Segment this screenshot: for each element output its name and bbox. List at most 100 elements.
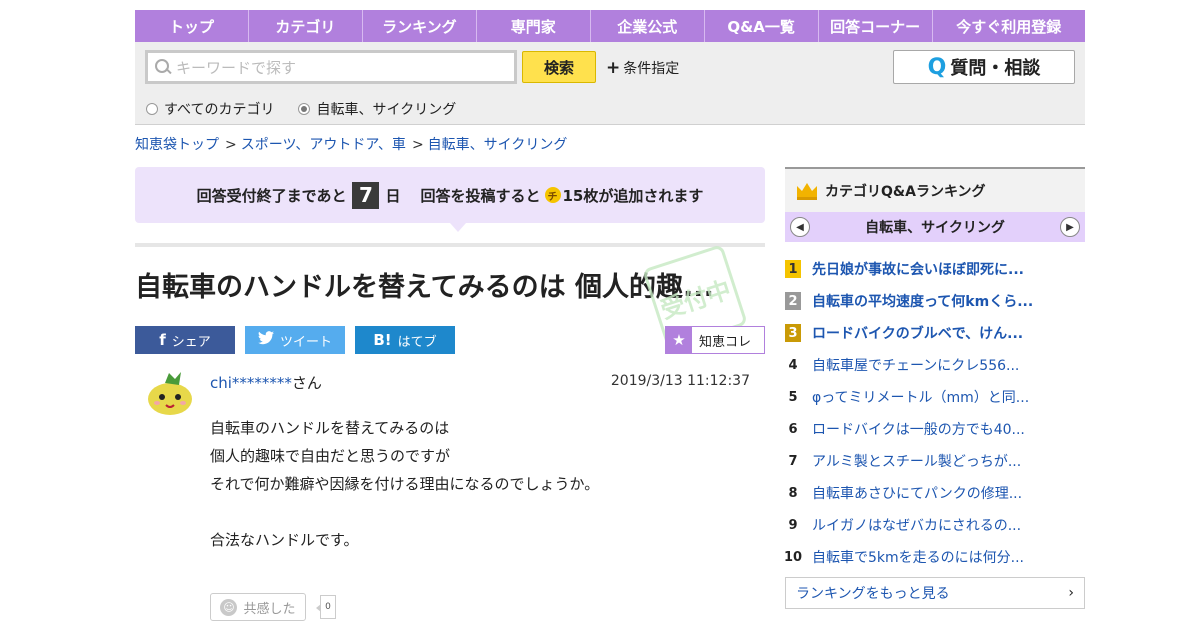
nav-experts[interactable]: 専門家 (477, 10, 591, 42)
ranking-sidebar: カテゴリQ&Aランキング ◀ 自転車、サイクリング ▶ 1 先日娘が事故に会いほぼ… (783, 167, 1085, 609)
facebook-share-button[interactable]: f シェア (135, 326, 235, 354)
body-line: それで何か難癖や因縁を付ける理由になるのでしょうか。 (210, 475, 600, 493)
question-body: 自転車のハンドルを替えてみるのは 個人的趣味で自由だと思うのですが それで何か難… (210, 414, 599, 554)
ranking-link[interactable]: 自転車屋でチェーンにクレ556... (812, 355, 1019, 375)
ranking-item: 10 自転車で5kmを走るのには何分... (783, 541, 1085, 573)
nav-register[interactable]: 今すぐ利用登録 (933, 10, 1085, 42)
ranking-link[interactable]: 自転車の平均速度って何kmくら... (812, 291, 1033, 311)
search-panel: キーワードで探す 検索 + 条件指定 Q 質問・相談 すべてのカテゴリ 自転車、サ… (135, 42, 1085, 125)
breadcrumb-cycling[interactable]: 自転車、サイクリング (428, 137, 568, 153)
ask-question-label: 質問・相談 (950, 58, 1041, 79)
ranking-more-link[interactable]: ランキングをもっと見る (796, 583, 950, 603)
ranking-link[interactable]: 先日娘が事故に会いほぼ即死に... (812, 259, 1024, 279)
ranking-link[interactable]: ロードバイクは一般の方でも40... (812, 419, 1025, 439)
smile-icon: ☺ (220, 598, 238, 616)
scope-label: すべてのカテゴリ (164, 102, 275, 118)
nav-ranking[interactable]: ランキング (363, 10, 477, 42)
ranking-more-button[interactable]: ランキングをもっと見る › (785, 577, 1085, 609)
hatena-label: はてブ (397, 334, 437, 350)
ranking-link[interactable]: ルイガノはなぜバカにされるの... (812, 515, 1021, 535)
twitter-share-label: ツイート (279, 334, 332, 350)
scope-category-radio[interactable]: 自転車、サイクリング (298, 99, 456, 119)
breadcrumb-top[interactable]: 知恵袋トップ (135, 137, 219, 153)
coin-icon: チ (544, 187, 561, 203)
nav-top[interactable]: トップ (135, 10, 249, 42)
twitter-share-button[interactable]: ツイート (245, 326, 345, 354)
ranking-item: 8 自転車あさひにてパンクの修理... (785, 477, 1085, 509)
next-arrow-icon[interactable]: ▶ (1059, 217, 1080, 237)
ranking-item: 5 φってミリメートル（mm）と同... (785, 381, 1085, 413)
ranking-item: 4 自転車屋でチェーンにクレ556... (785, 349, 1085, 381)
user-name: chi********さん (210, 372, 322, 393)
notice-text: 回答受付終了まであと (196, 186, 347, 205)
nav-answer-corner[interactable]: 回答コーナー (819, 10, 933, 42)
rank-number: 7 (788, 453, 798, 469)
prev-arrow-icon[interactable]: ◀ (790, 217, 810, 237)
empathy-count: 0 (316, 595, 336, 619)
ranking-link[interactable]: 自転車あさひにてパンクの修理... (812, 483, 1022, 503)
nav-category[interactable]: カテゴリ (249, 10, 363, 42)
ranking-item: 6 ロードバイクは一般の方でも40... (785, 413, 1085, 445)
ranking-link[interactable]: ロードバイクのブルベで、けん... (812, 323, 1023, 343)
days-unit: 日 (385, 186, 401, 205)
body-line: 個人的趣味で自由だと思うのですが (210, 447, 451, 465)
avatar[interactable] (145, 369, 195, 417)
body-line (210, 498, 599, 526)
days-remaining: 7 (352, 181, 380, 209)
ranking-item: 3 ロードバイクのブルベで、けん... (785, 317, 1085, 349)
ranking-header: カテゴリQ&Aランキング (785, 167, 1085, 212)
ranking-link[interactable]: φってミリメートル（mm）と同... (812, 387, 1029, 407)
twitter-icon (257, 331, 274, 349)
chevron-right-icon: › (1068, 585, 1074, 601)
search-button[interactable]: 検索 (522, 51, 596, 83)
hatena-bookmark-button[interactable]: B! はてブ (355, 326, 455, 354)
rank-number: 10 (783, 549, 803, 565)
share-bar: f シェア ツイート B! はてブ (135, 326, 455, 354)
rank-number: 6 (788, 421, 798, 437)
condition-toggle[interactable]: + 条件指定 (606, 58, 679, 78)
ranking-category-bar: ◀ 自転車、サイクリング ▶ (785, 212, 1085, 242)
star-icon: ★ (666, 327, 692, 353)
scope-label: 自転車、サイクリング (316, 102, 457, 118)
ranking-list: 1 先日娘が事故に会いほぼ即死に... 2 自転車の平均速度って何kmくら... 3… (783, 253, 1085, 573)
search-input[interactable]: キーワードで探す (145, 50, 517, 84)
ranking-title: カテゴリQ&Aランキング (825, 183, 986, 200)
nav-qa-list[interactable]: Q&A一覧 (705, 10, 819, 42)
hatena-icon: B! (373, 331, 392, 349)
facebook-share-label: シェア (171, 334, 211, 350)
empathy-area: ☺ 共感した 0 (210, 593, 336, 621)
ranking-item: 2 自転車の平均速度って何kmくら... (785, 285, 1085, 317)
user-link[interactable]: chi******** (210, 374, 292, 392)
breadcrumb-separator: > (225, 137, 237, 153)
chie-collection-button[interactable]: ★ 知恵コレ (665, 326, 765, 354)
user-suffix: さん (291, 374, 322, 392)
post-date: 2019/3/13 11:12:37 (610, 373, 750, 389)
question-column: 回答受付終了まであと 7 日 回答を投稿すると チ 15枚が追加されます 自転車… (135, 167, 765, 621)
ranking-item: 7 アルミ製とスチール製どっちが... (785, 445, 1085, 477)
plus-icon: + (606, 58, 621, 78)
notice-text: 回答を投稿すると (420, 186, 541, 205)
search-scope: すべてのカテゴリ 自転車、サイクリング (146, 99, 480, 119)
page: トップ カテゴリ ランキング 専門家 企業公式 Q&A一覧 回答コーナー 今すぐ… (135, 10, 1085, 621)
ask-question-button[interactable]: Q 質問・相談 (893, 50, 1075, 84)
notice-text: 15枚が追加されます (562, 186, 704, 205)
rank-badge: 2 (785, 292, 801, 310)
facebook-icon: f (159, 331, 166, 349)
breadcrumb-sports[interactable]: スポーツ、アウトドア、車 (241, 137, 406, 153)
ranking-link[interactable]: アルミ製とスチール製どっちが... (812, 451, 1021, 471)
radio-checked-icon (298, 103, 311, 115)
empathy-button[interactable]: ☺ 共感した (210, 593, 306, 621)
condition-label: 条件指定 (623, 61, 680, 77)
ranking-link[interactable]: 自転車で5kmを走るのには何分... (812, 547, 1024, 567)
radio-icon (146, 103, 158, 115)
rank-number: 5 (788, 389, 798, 405)
rank-badge: 1 (785, 260, 801, 278)
rank-badge: 3 (785, 324, 801, 342)
collection-label: 知恵コレ (699, 334, 752, 350)
search-icon (154, 58, 172, 76)
divider (135, 243, 765, 247)
scope-all-radio[interactable]: すべてのカテゴリ (146, 99, 274, 119)
ranking-item: 1 先日娘が事故に会いほぼ即死に... (785, 253, 1085, 285)
nav-official[interactable]: 企業公式 (591, 10, 705, 42)
deadline-notice: 回答受付終了まであと 7 日 回答を投稿すると チ 15枚が追加されます (135, 167, 765, 232)
